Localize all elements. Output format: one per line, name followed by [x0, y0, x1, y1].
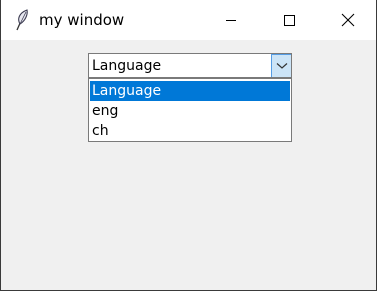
maximize-icon: [284, 15, 295, 26]
window-title: my window: [39, 11, 125, 29]
minimize-button[interactable]: [208, 0, 254, 40]
main-window: my window Language Language eng ch: [0, 0, 377, 291]
combobox-dropdown-button[interactable]: [271, 54, 291, 77]
dropdown-option-ch[interactable]: ch: [90, 121, 290, 141]
minimize-icon: [226, 20, 236, 21]
dropdown-option-language[interactable]: Language: [90, 81, 290, 101]
dropdown-list: Language eng ch: [88, 78, 292, 142]
title-bar[interactable]: my window: [1, 0, 376, 40]
combobox-value: Language: [92, 58, 162, 74]
feather-icon: [14, 9, 30, 31]
dropdown-option-eng[interactable]: eng: [90, 101, 290, 121]
maximize-button[interactable]: [266, 0, 312, 40]
chevron-down-icon: [276, 63, 288, 69]
close-button[interactable]: [325, 0, 371, 40]
language-combobox[interactable]: Language: [88, 53, 292, 78]
close-icon: [341, 13, 355, 27]
